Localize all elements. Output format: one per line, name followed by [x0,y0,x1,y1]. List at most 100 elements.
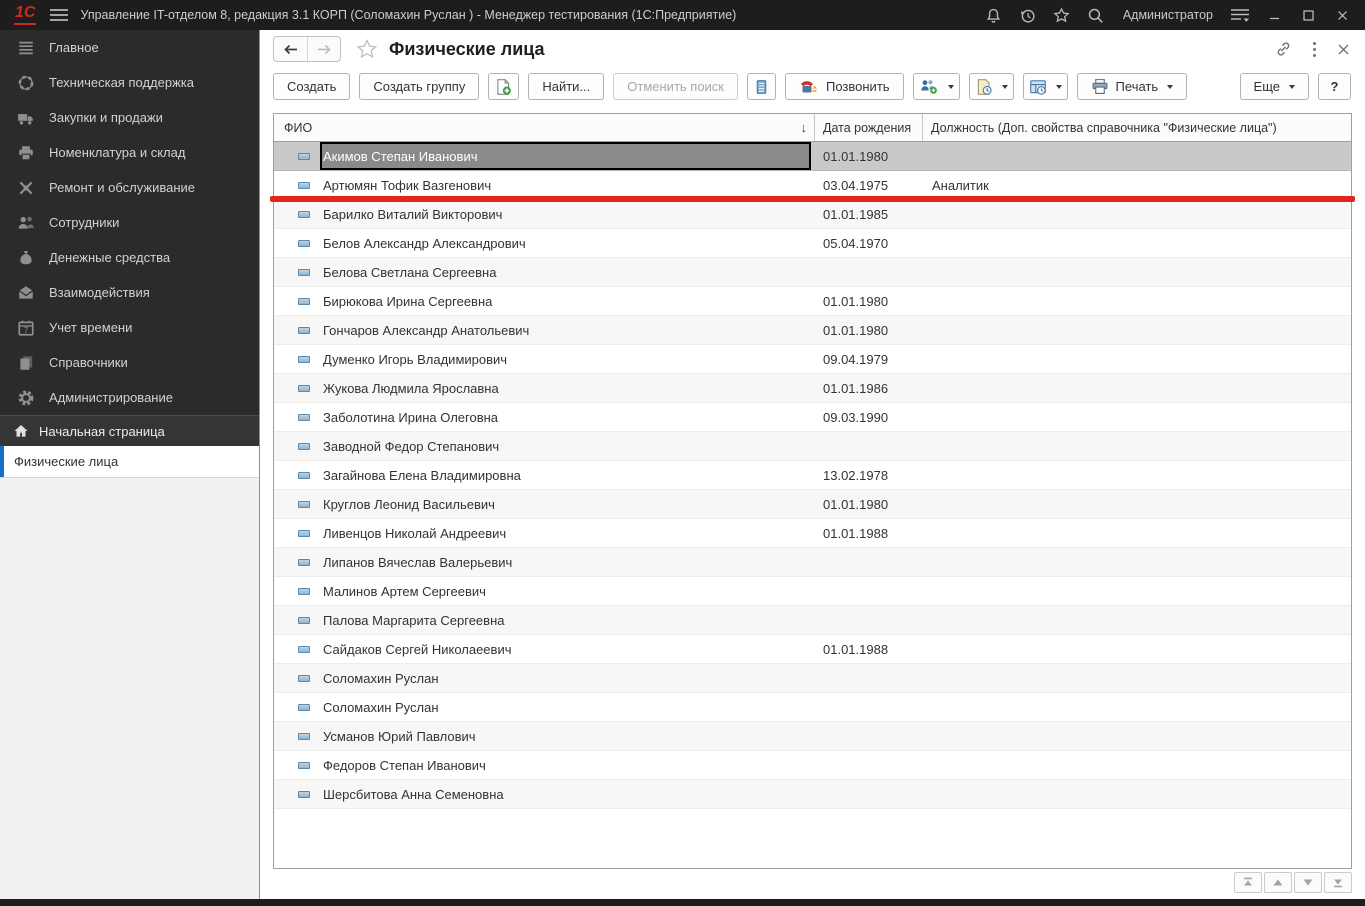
sidebar-item-label: Справочники [49,355,128,370]
table-row[interactable]: Палова Маргарита Сергеевна [274,606,1351,635]
table-row[interactable]: Акимов Степан Иванович01.01.1980 [274,142,1351,171]
purchases-icon [17,109,35,127]
table-row[interactable]: Бирюкова Ирина Сергеевна01.01.1980 [274,287,1351,316]
back-button[interactable] [274,37,307,61]
table-row[interactable]: Федоров Степан Иванович [274,751,1351,780]
report-history-dropdown-button[interactable] [1023,73,1068,100]
person-name: Гончаров Александр Анатольевич [320,316,815,344]
person-item-icon [298,443,310,450]
service-menu-icon[interactable] [1225,2,1255,28]
birth-date [815,432,923,460]
column-header-position[interactable]: Должность (Доп. свойства справочника "Фи… [923,114,1351,141]
go-down-button[interactable] [1294,872,1322,893]
table-row[interactable]: Белова Светлана Сергеевна [274,258,1351,287]
find-button[interactable]: Найти... [528,73,604,100]
table-row[interactable]: Барилко Виталий Викторович01.01.1985 [274,200,1351,229]
search-icon[interactable] [1081,2,1111,28]
birth-date [815,258,923,286]
history-icon[interactable] [1013,2,1043,28]
report-clock-icon [1029,78,1047,96]
titlebar: 1С Управление IT-отделом 8, редакция 3.1… [0,0,1365,30]
person-item-icon [298,588,310,595]
print-button[interactable]: Печать [1077,73,1188,100]
person-name: Сайдаков Сергей Николаеевич [320,635,815,663]
table-row[interactable]: Загайнова Елена Владимировна13.02.1978 [274,461,1351,490]
table-row[interactable]: Гончаров Александр Анатольевич01.01.1980 [274,316,1351,345]
table-row[interactable]: Жукова Людмила Ярославна01.01.1986 [274,374,1351,403]
table-row[interactable]: Малинов Артем Сергеевич [274,577,1351,606]
maximize-button[interactable] [1293,2,1323,28]
sidebar-item[interactable]: 7Учет времени [0,310,259,345]
new-document-button[interactable] [488,73,519,100]
table-row[interactable]: Липанов Вячеслав Валерьевич [274,548,1351,577]
sidebar-item[interactable]: Закупки и продажи [0,100,259,135]
birth-date [815,722,923,750]
close-form-button[interactable] [1336,42,1351,57]
person-item-icon [298,269,310,276]
birth-date [815,664,923,692]
cancel-search-button[interactable]: Отменить поиск [613,73,738,100]
table-row[interactable]: Соломахин Руслан [274,693,1351,722]
sidebar-item[interactable]: Справочники [0,345,259,380]
person-name: Ливенцов Николай Андреевич [320,519,815,547]
create-button[interactable]: Создать [273,73,350,100]
position [923,432,1351,460]
birth-date: 01.01.1988 [815,519,923,547]
go-up-button[interactable] [1264,872,1292,893]
print-label: Печать [1116,79,1159,94]
sidebar-item[interactable]: Номенклатура и склад [0,135,259,170]
sidebar-item[interactable]: Администрирование [0,380,259,415]
help-button[interactable]: ? [1318,73,1351,100]
table-row[interactable]: Заболотина Ирина Олеговна09.03.1990 [274,403,1351,432]
more-dots-icon[interactable] [1312,41,1317,58]
link-icon[interactable] [1274,40,1293,58]
tab-home-page[interactable]: Начальная страница [0,415,259,446]
person-name: Жукова Людмила Ярославна [320,374,815,402]
go-top-button[interactable] [1234,872,1262,893]
position [923,606,1351,634]
table-row[interactable]: Белов Александр Александрович05.04.1970 [274,229,1351,258]
people-add-dropdown-button[interactable] [913,73,960,100]
time-icon: 7 [17,319,35,337]
more-button[interactable]: Еще [1240,73,1309,100]
column-header-fio[interactable]: ФИО ↓ [274,114,815,141]
table-row[interactable]: Шерсбитова Анна Семеновна [274,780,1351,809]
sidebar-item[interactable]: Взаимодействия [0,275,259,310]
table-row[interactable]: Ливенцов Николай Андреевич01.01.1988 [274,519,1351,548]
document-history-dropdown-button[interactable] [969,73,1014,100]
sidebar-item[interactable]: Денежные средства [0,240,259,275]
sidebar-item[interactable]: Ремонт и обслуживание [0,170,259,205]
table-row[interactable]: Заводной Федор Степанович [274,432,1351,461]
call-button[interactable]: Позвонить [785,73,904,100]
table-row[interactable]: Соломахин Руслан [274,664,1351,693]
sidebar-item[interactable]: Техническая поддержка [0,65,259,100]
table-row[interactable]: Круглов Леонид Васильевич01.01.1980 [274,490,1351,519]
column-header-birthdate[interactable]: Дата рождения [815,114,923,141]
position [923,635,1351,663]
table-row[interactable]: Сайдаков Сергей Николаеевич01.01.1988 [274,635,1351,664]
create-group-button[interactable]: Создать группу [359,73,479,100]
main-menu-burger-icon[interactable] [46,2,72,28]
forward-button[interactable] [307,37,340,61]
table-row[interactable]: Думенко Игорь Владимирович09.04.1979 [274,345,1351,374]
go-bottom-button[interactable] [1324,872,1352,893]
sidebar-item[interactable]: Главное [0,30,259,65]
birth-date [815,577,923,605]
current-user[interactable]: Администратор [1123,8,1213,22]
close-window-button[interactable] [1327,2,1357,28]
table-header: ФИО ↓ Дата рождения Должность (Доп. свой… [274,114,1351,142]
list-settings-button[interactable] [747,73,776,100]
favorite-star-icon[interactable] [356,39,378,60]
warehouse-icon [17,144,35,162]
favorites-star-icon[interactable] [1047,2,1077,28]
birth-date: 05.04.1970 [815,229,923,257]
birth-date: 09.04.1979 [815,345,923,373]
birth-date: 13.02.1978 [815,461,923,489]
tab-physical-persons[interactable]: Физические лица [0,446,259,477]
position [923,780,1351,808]
sidebar-item[interactable]: Сотрудники [0,205,259,240]
table-row[interactable]: Усманов Юрий Павлович [274,722,1351,751]
notifications-bell-icon[interactable] [979,2,1009,28]
minimize-button[interactable] [1259,2,1289,28]
person-name: Соломахин Руслан [320,693,815,721]
